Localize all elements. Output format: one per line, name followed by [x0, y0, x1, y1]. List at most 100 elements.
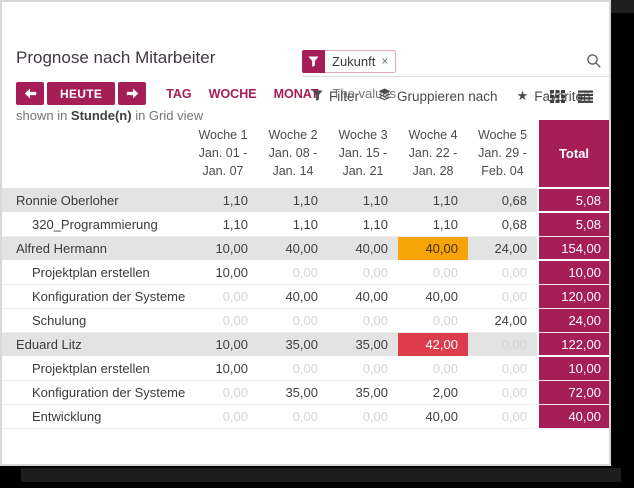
grid-cell[interactable]: 0,00 — [398, 356, 468, 380]
filter-funnel-icon — [302, 50, 325, 73]
grid-cell[interactable]: 2,00 — [398, 380, 468, 404]
task-name: Projektplan erstellen — [2, 356, 188, 380]
task-name: Konfiguration der Systeme — [2, 284, 188, 308]
grid-cell[interactable]: 10,00 — [188, 356, 258, 380]
column-header: Woche 2Jan. 08 -Jan. 14 — [258, 120, 328, 188]
grid-cell[interactable]: 40,00 — [328, 236, 398, 260]
grid-cell[interactable]: 35,00 — [328, 332, 398, 356]
list-view-icon[interactable] — [578, 90, 593, 108]
grid-cell[interactable]: 24,00 — [468, 308, 538, 332]
grid-cell[interactable]: 42,00 — [398, 332, 468, 356]
grid-cell[interactable]: 0,00 — [188, 380, 258, 404]
grid-cell[interactable]: 1,10 — [328, 212, 398, 236]
row-total-cell: 5,08 — [538, 188, 609, 212]
grid-cell[interactable]: 0,00 — [328, 308, 398, 332]
employee-name: Eduard Litz — [2, 332, 188, 356]
column-header: Woche 3Jan. 15 -Jan. 21 — [328, 120, 398, 188]
grid-cell[interactable]: 0,00 — [468, 260, 538, 284]
grid-cell[interactable]: 0,00 — [188, 308, 258, 332]
task-name: Konfiguration der Systeme — [2, 380, 188, 404]
frame-shadow-top-right — [611, 0, 634, 13]
row-total-cell: 10,00 — [538, 356, 609, 380]
grid-cell[interactable]: 0,68 — [468, 188, 538, 212]
grid-cell[interactable]: 1,10 — [258, 188, 328, 212]
grid-cell[interactable]: 40,00 — [398, 284, 468, 308]
grid-cell[interactable]: 1,10 — [328, 188, 398, 212]
task-row: Projektplan erstellen10,000,000,000,000,… — [2, 260, 609, 284]
grid-cell[interactable]: 40,00 — [258, 284, 328, 308]
grid-cell[interactable]: 0,00 — [468, 404, 538, 428]
grid-cell[interactable]: 24,00 — [468, 236, 538, 260]
search-bar[interactable]: Zukunft × — [302, 46, 610, 77]
grid-cell[interactable]: 40,00 — [328, 284, 398, 308]
prev-arrow-button[interactable] — [16, 82, 44, 105]
task-name: Schulung — [2, 308, 188, 332]
grid-cell[interactable]: 40,00 — [398, 236, 468, 260]
task-row: Entwicklung0,000,000,0040,000,0040,00 — [2, 404, 609, 428]
grid-cell[interactable]: 40,00 — [398, 404, 468, 428]
range-tag-button[interactable]: TAG — [166, 87, 191, 101]
grid-cell[interactable]: 0,00 — [258, 404, 328, 428]
task-name: Projektplan erstellen — [2, 260, 188, 284]
task-row: Projektplan erstellen10,000,000,000,000,… — [2, 356, 609, 380]
employee-group-row: Alfred Hermann10,0040,0040,0040,0024,001… — [2, 236, 609, 260]
grid-cell[interactable]: 0,00 — [468, 284, 538, 308]
grid-cell[interactable]: 0,00 — [468, 332, 538, 356]
search-options-row: Filter Gruppieren nach ★ Favoriten — [312, 88, 591, 104]
facet-remove-icon[interactable]: × — [381, 54, 388, 68]
task-row: Konfiguration der Systeme0,0040,0040,004… — [2, 284, 609, 308]
screenshot-frame: Prognose nach Mitarbeiter Zukunft × HEUT… — [0, 0, 634, 488]
task-name: Entwicklung — [2, 404, 188, 428]
row-total-cell: 24,00 — [538, 308, 609, 332]
frame-shadow-bottom — [21, 468, 621, 482]
range-woche-button[interactable]: WOCHE — [209, 87, 257, 101]
grid-cell[interactable]: 0,68 — [468, 212, 538, 236]
task-row: Schulung0,000,000,000,0024,0024,00 — [2, 308, 609, 332]
search-facet-label: Zukunft — [332, 54, 375, 69]
grid-cell[interactable]: 0,00 — [328, 356, 398, 380]
grid-cell[interactable]: 1,10 — [188, 188, 258, 212]
today-button[interactable]: HEUTE — [47, 82, 115, 105]
task-row: 320_Programmierung1,101,101,101,100,685,… — [2, 212, 609, 236]
grid-cell[interactable]: 0,00 — [398, 308, 468, 332]
grid-cell[interactable]: 0,00 — [468, 356, 538, 380]
grid-cell[interactable]: 0,00 — [468, 380, 538, 404]
total-column-header: Total — [538, 120, 609, 188]
grid-cell[interactable]: 10,00 — [188, 260, 258, 284]
grid-cell[interactable]: 1,10 — [188, 212, 258, 236]
grid-cell[interactable]: 10,00 — [188, 236, 258, 260]
column-header: Woche 4Jan. 22 -Jan. 28 — [398, 120, 468, 188]
search-facet: Zukunft × — [302, 50, 396, 73]
grid-cell[interactable]: 0,00 — [258, 356, 328, 380]
view-switcher — [550, 90, 593, 108]
filter-icon — [312, 89, 323, 104]
grid-cell[interactable]: 0,00 — [188, 404, 258, 428]
row-total-cell: 154,00 — [538, 236, 609, 260]
grid-cell[interactable]: 0,00 — [328, 260, 398, 284]
row-total-cell: 72,00 — [538, 380, 609, 404]
column-header: Woche 1Jan. 01 -Jan. 07 — [188, 120, 258, 188]
grid-cell[interactable]: 0,00 — [258, 308, 328, 332]
grid-cell[interactable]: 40,00 — [258, 236, 328, 260]
grid-header-row: Woche 1Jan. 01 -Jan. 07 Woche 2Jan. 08 -… — [2, 120, 609, 188]
grid-cell[interactable]: 35,00 — [258, 380, 328, 404]
row-label-column-header — [2, 120, 188, 188]
grid-cell[interactable]: 1,10 — [398, 212, 468, 236]
grid-cell[interactable]: 1,10 — [258, 212, 328, 236]
grid-cell[interactable]: 0,00 — [258, 260, 328, 284]
groupby-button[interactable]: Gruppieren nach — [378, 88, 498, 104]
grid-cell[interactable]: 35,00 — [258, 332, 328, 356]
employee-name: Ronnie Oberloher — [2, 188, 188, 212]
next-arrow-button[interactable] — [118, 82, 146, 105]
magnifier-icon[interactable] — [586, 53, 602, 74]
grid-cell[interactable]: 1,10 — [398, 188, 468, 212]
filter-button[interactable]: Filter — [312, 89, 359, 104]
grid-cell[interactable]: 10,00 — [188, 332, 258, 356]
grid-cell[interactable]: 0,00 — [328, 404, 398, 428]
employee-name: Alfred Hermann — [2, 236, 188, 260]
grid-view-icon[interactable] — [550, 90, 565, 108]
grid-cell[interactable]: 35,00 — [328, 380, 398, 404]
row-total-cell: 5,08 — [538, 212, 609, 236]
grid-cell[interactable]: 0,00 — [188, 284, 258, 308]
grid-cell[interactable]: 0,00 — [398, 260, 468, 284]
